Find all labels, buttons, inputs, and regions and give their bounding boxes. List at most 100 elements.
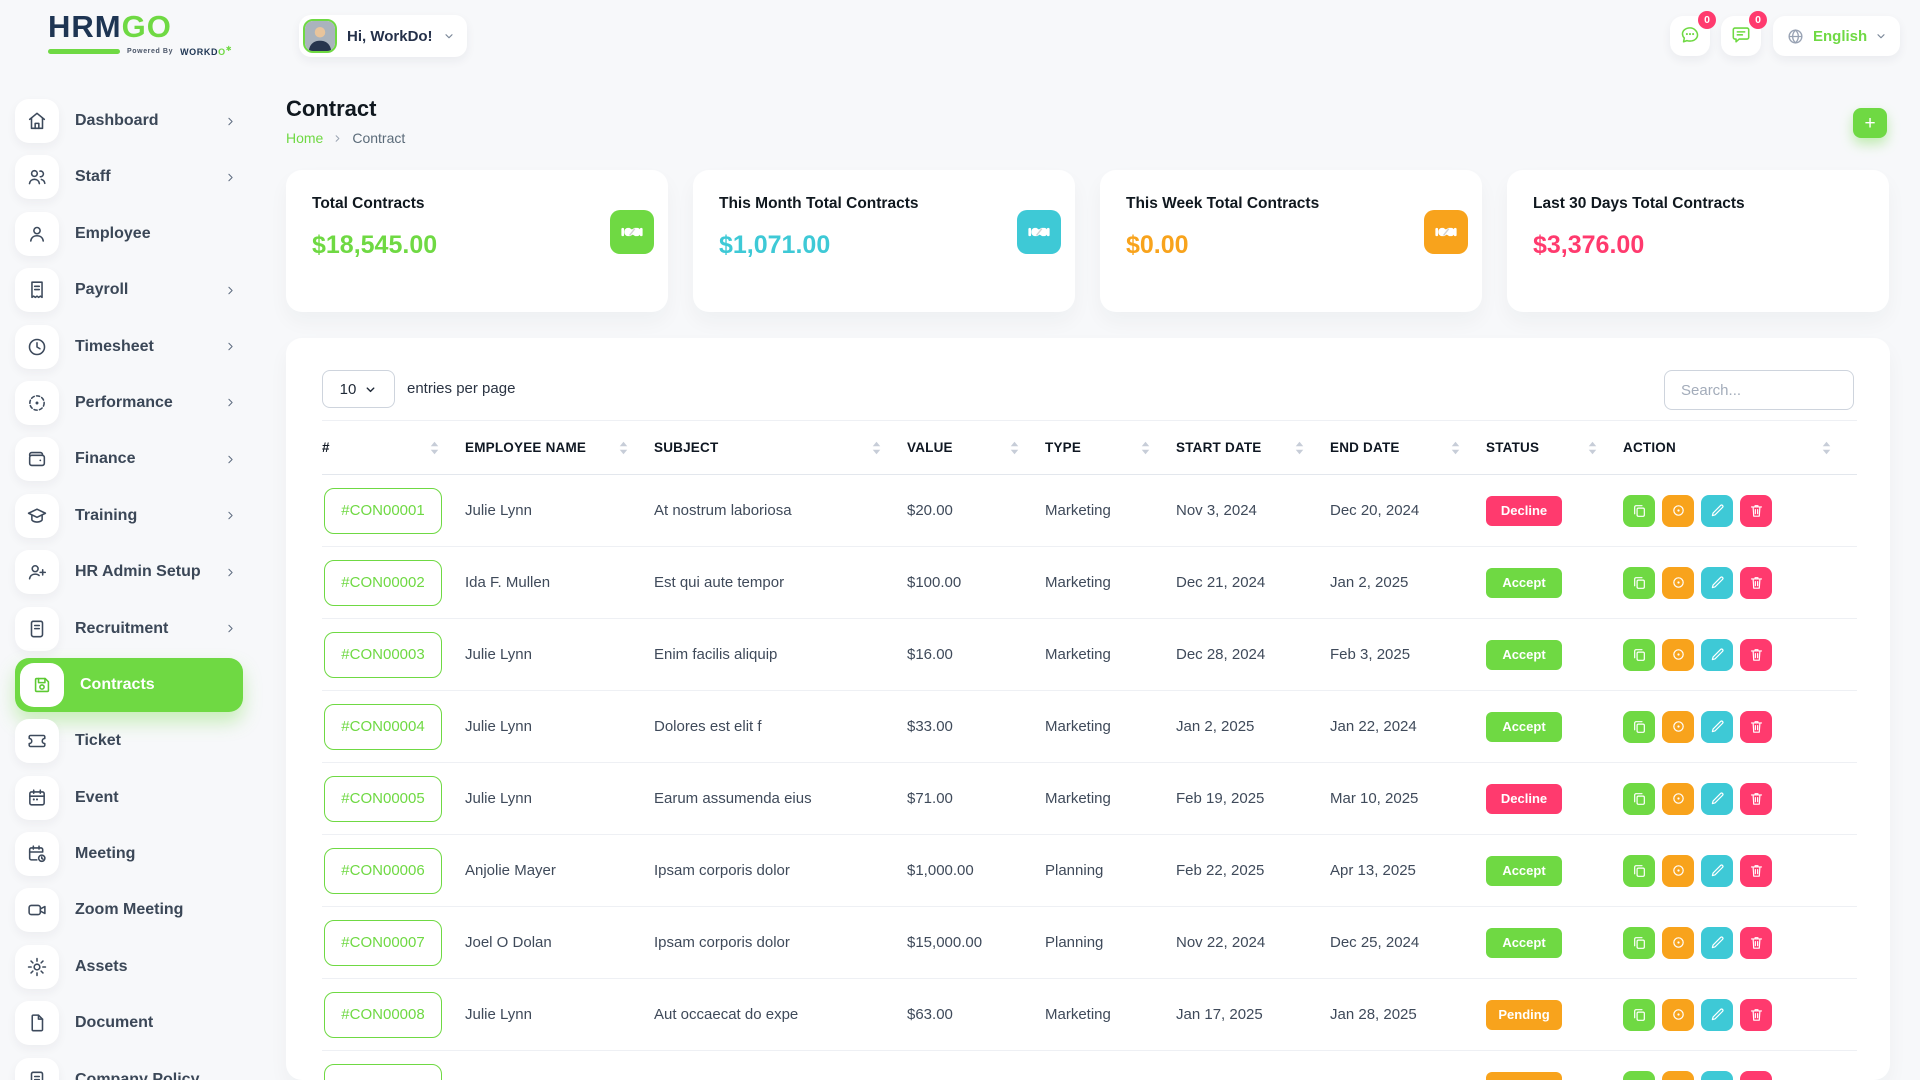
delete-button[interactable]: [1740, 495, 1772, 527]
delete-button[interactable]: [1740, 639, 1772, 671]
view-button[interactable]: [1662, 927, 1694, 959]
duplicate-button[interactable]: [1623, 855, 1655, 887]
duplicate-button[interactable]: [1623, 999, 1655, 1031]
create-contract-button[interactable]: +: [1853, 108, 1887, 138]
delete-button[interactable]: [1740, 999, 1772, 1031]
sidebar-item-dashboard[interactable]: Dashboard: [15, 99, 243, 143]
view-button[interactable]: [1662, 711, 1694, 743]
avatar: [303, 19, 337, 53]
edit-button[interactable]: [1701, 711, 1733, 743]
entries-per-page-select[interactable]: 10: [322, 370, 395, 408]
copy-icon: [1631, 862, 1648, 879]
copy-icon: [1631, 574, 1648, 591]
table-row: #CON00004Julie LynnDolores est elit f$33…: [322, 691, 1857, 763]
sidebar-item-ticket[interactable]: Ticket: [15, 719, 243, 763]
duplicate-button[interactable]: [1623, 495, 1655, 527]
pencil-icon: [1709, 574, 1726, 591]
notifications-button[interactable]: 0: [1721, 16, 1761, 56]
edit-button[interactable]: [1701, 495, 1733, 527]
sidebar-item-recruitment[interactable]: Recruitment: [15, 607, 243, 651]
sidebar-item-timesheet[interactable]: Timesheet: [15, 325, 243, 369]
stat-title: Last 30 Days Total Contracts: [1533, 195, 1863, 213]
view-button[interactable]: [1662, 783, 1694, 815]
eye-icon: [1670, 502, 1687, 519]
duplicate-button[interactable]: [1623, 783, 1655, 815]
sidebar-item-company-policy[interactable]: Company Policy: [15, 1058, 243, 1080]
value-cell: $16.00: [907, 619, 1045, 691]
delete-button[interactable]: [1740, 711, 1772, 743]
sidebar-item-label: Zoom Meeting: [75, 901, 183, 919]
delete-button[interactable]: [1740, 1071, 1772, 1080]
edit-button[interactable]: [1701, 567, 1733, 599]
delete-button[interactable]: [1740, 567, 1772, 599]
type-cell: Marketing: [1045, 763, 1176, 835]
view-button[interactable]: [1662, 999, 1694, 1031]
user-menu[interactable]: Hi, WorkDo!: [299, 15, 467, 57]
column-header-action[interactable]: ACTION: [1623, 421, 1857, 475]
sidebar-item-finance[interactable]: Finance: [15, 437, 243, 481]
column-header-id[interactable]: #: [322, 421, 465, 475]
sidebar-item-assets[interactable]: Assets: [15, 945, 243, 989]
target-icon: [15, 381, 59, 425]
sidebar-item-zoom-meeting[interactable]: Zoom Meeting: [15, 888, 243, 932]
sidebar-item-document[interactable]: Document: [15, 1001, 243, 1045]
edit-button[interactable]: [1701, 639, 1733, 671]
column-header-type[interactable]: TYPE: [1045, 421, 1176, 475]
app-logo[interactable]: HRMGO Powered By WORKDO✱: [48, 10, 232, 57]
duplicate-button[interactable]: [1623, 639, 1655, 671]
type-cell: Planning: [1045, 835, 1176, 907]
duplicate-button[interactable]: [1623, 1071, 1655, 1080]
sidebar-item-training[interactable]: Training: [15, 494, 243, 538]
edit-button[interactable]: [1701, 999, 1733, 1031]
employee-name-cell: Julie Lynn: [465, 979, 654, 1051]
sidebar-item-payroll[interactable]: Payroll: [15, 268, 243, 312]
start-date-cell: Feb 19, 2025: [1176, 763, 1330, 835]
trash-icon: [1748, 502, 1765, 519]
duplicate-button[interactable]: [1623, 927, 1655, 959]
row-actions: [1623, 495, 1857, 527]
subject-cell: Enim facilis aliquip: [654, 619, 907, 691]
sidebar-item-staff[interactable]: Staff: [15, 155, 243, 199]
user-icon: [15, 212, 59, 256]
edit-button[interactable]: [1701, 783, 1733, 815]
column-header-employee-name[interactable]: EMPLOYEE NAME: [465, 421, 654, 475]
duplicate-button[interactable]: [1623, 567, 1655, 599]
breadcrumb-home-link[interactable]: Home: [286, 130, 323, 146]
trash-icon: [1748, 1006, 1765, 1023]
row-actions: [1623, 639, 1857, 671]
start-date-cell: Dec 21, 2024: [1176, 547, 1330, 619]
sidebar-item-employee[interactable]: Employee: [15, 212, 243, 256]
view-button[interactable]: [1662, 855, 1694, 887]
column-header-subject[interactable]: SUBJECT: [654, 421, 907, 475]
delete-button[interactable]: [1740, 927, 1772, 959]
sidebar-item-meeting[interactable]: Meeting: [15, 832, 243, 876]
column-header-status[interactable]: STATUS: [1486, 421, 1623, 475]
column-header-end-date[interactable]: END DATE: [1330, 421, 1486, 475]
edit-button[interactable]: [1701, 927, 1733, 959]
type-cell: Marketing: [1045, 1051, 1176, 1080]
column-header-value[interactable]: VALUE: [907, 421, 1045, 475]
chevron-down-icon: [443, 30, 455, 42]
edit-button[interactable]: [1701, 855, 1733, 887]
pencil-icon: [1709, 718, 1726, 735]
language-dropdown[interactable]: English: [1773, 16, 1900, 56]
duplicate-button[interactable]: [1623, 711, 1655, 743]
copy-icon: [1631, 502, 1648, 519]
view-button[interactable]: [1662, 639, 1694, 671]
sidebar-item-event[interactable]: Event: [15, 776, 243, 820]
sidebar-item-hr-admin-setup[interactable]: HR Admin Setup: [15, 550, 243, 594]
end-date-cell: Apr 13, 2025: [1330, 835, 1486, 907]
view-button[interactable]: [1662, 1071, 1694, 1080]
end-date-cell: Mar 10, 2025: [1330, 763, 1486, 835]
search-input[interactable]: [1664, 370, 1854, 410]
view-button[interactable]: [1662, 495, 1694, 527]
pencil-icon: [1709, 934, 1726, 951]
messenger-button[interactable]: 0: [1670, 16, 1710, 56]
column-header-start-date[interactable]: START DATE: [1176, 421, 1330, 475]
view-button[interactable]: [1662, 567, 1694, 599]
sidebar-item-performance[interactable]: Performance: [15, 381, 243, 425]
edit-button[interactable]: [1701, 1071, 1733, 1080]
sidebar-item-contracts[interactable]: Contracts: [15, 658, 243, 712]
delete-button[interactable]: [1740, 783, 1772, 815]
delete-button[interactable]: [1740, 855, 1772, 887]
